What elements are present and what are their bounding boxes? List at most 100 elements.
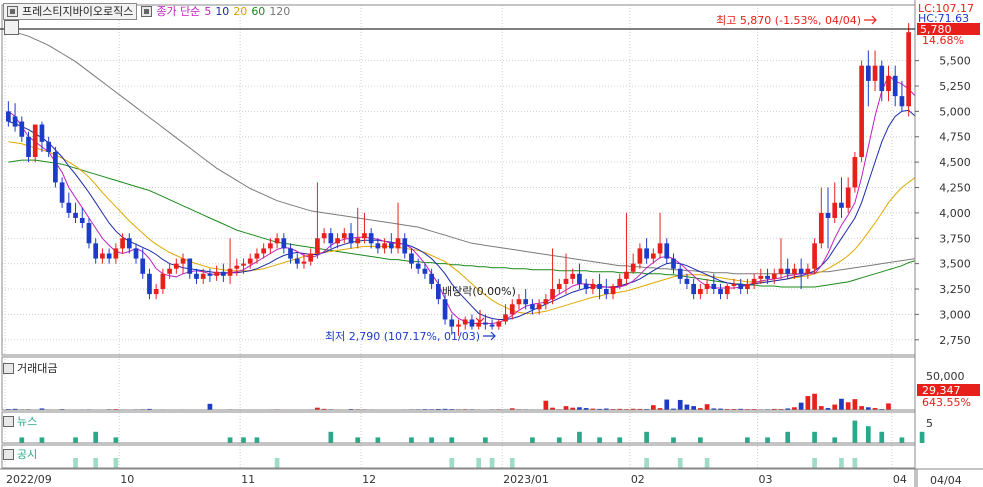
candle-body[interactable] xyxy=(530,304,535,310)
candle-body[interactable] xyxy=(677,268,683,279)
candle-body[interactable] xyxy=(792,268,797,274)
candle-body[interactable] xyxy=(765,275,770,279)
candle-body[interactable] xyxy=(852,157,858,188)
candle-body[interactable] xyxy=(388,243,394,249)
candle-body[interactable] xyxy=(610,285,616,295)
candle-body[interactable] xyxy=(489,324,495,327)
candle-body[interactable] xyxy=(382,243,387,249)
candle-body[interactable] xyxy=(839,202,844,208)
candle-body[interactable] xyxy=(778,268,784,274)
candle-body[interactable] xyxy=(19,121,25,137)
candle-body[interactable] xyxy=(12,116,18,127)
candle-body[interactable] xyxy=(556,283,562,290)
candle-body[interactable] xyxy=(6,111,11,122)
candle-body[interactable] xyxy=(315,238,320,254)
candle-body[interactable] xyxy=(785,268,791,274)
candle-body[interactable] xyxy=(671,258,676,269)
candle-body[interactable] xyxy=(832,202,838,218)
candle-body[interactable] xyxy=(664,243,670,259)
candle-body[interactable] xyxy=(187,258,193,274)
grid-toggle-icon[interactable] xyxy=(4,20,19,35)
candle-body[interactable] xyxy=(221,271,226,276)
candle-body[interactable] xyxy=(644,248,649,259)
candle-body[interactable] xyxy=(180,258,186,264)
candle-body[interactable] xyxy=(503,314,508,322)
candle-body[interactable] xyxy=(516,299,522,305)
candle-body[interactable] xyxy=(906,32,911,107)
candle-body[interactable] xyxy=(247,258,253,264)
news-panel-label[interactable]: 뉴스 xyxy=(3,413,37,429)
candle-body[interactable] xyxy=(227,268,233,276)
candle-body[interactable] xyxy=(106,253,112,259)
candle-body[interactable] xyxy=(140,258,146,274)
candle-body[interactable] xyxy=(577,273,582,284)
ma-60-label[interactable]: 60 xyxy=(251,5,265,18)
candle-body[interactable] xyxy=(496,321,502,327)
candle-body[interactable] xyxy=(684,278,690,284)
candle-body[interactable] xyxy=(321,233,327,239)
candle-body[interactable] xyxy=(630,263,636,272)
candle-body[interactable] xyxy=(32,124,38,158)
candle-body[interactable] xyxy=(523,299,529,305)
candle-body[interactable] xyxy=(798,268,804,274)
candle-body[interactable] xyxy=(133,248,139,259)
ma-5-label[interactable]: 5 xyxy=(204,5,211,18)
candle-body[interactable] xyxy=(650,253,656,259)
candle-body[interactable] xyxy=(845,187,851,208)
candle-body[interactable] xyxy=(724,285,730,295)
candle-body[interactable] xyxy=(66,202,72,213)
candle-body[interactable] xyxy=(624,271,629,279)
candle-body[interactable] xyxy=(704,283,710,290)
panel-menu-icon[interactable] xyxy=(3,415,14,427)
candle-body[interactable] xyxy=(362,233,367,239)
candle-body[interactable] xyxy=(818,212,824,244)
candle-body[interactable] xyxy=(288,248,293,259)
candle-body[interactable] xyxy=(536,304,542,310)
candle-body[interactable] xyxy=(261,248,267,254)
panel-menu-icon[interactable] xyxy=(3,448,14,460)
candle-body[interactable] xyxy=(892,75,898,97)
volume-panel-label[interactable]: 거래대금 xyxy=(3,360,57,376)
candle-body[interactable] xyxy=(617,278,623,286)
candle-body[interactable] xyxy=(254,253,260,259)
candle-body[interactable] xyxy=(597,283,602,290)
candle-body[interactable] xyxy=(113,248,119,259)
stock-chart-canvas[interactable]: 5,500 5,250 5,000 4,750 4,500 4,250 4,000 3,750… xyxy=(0,0,983,487)
candle-body[interactable] xyxy=(100,253,105,259)
candle-body[interactable] xyxy=(812,243,817,269)
candle-body[interactable] xyxy=(301,261,307,264)
candle-body[interactable] xyxy=(39,124,45,142)
candle-body[interactable] xyxy=(194,273,199,279)
candle-body[interactable] xyxy=(711,283,717,290)
candle-body[interactable] xyxy=(899,96,905,107)
ma-120-label[interactable]: 120 xyxy=(269,5,290,18)
candle-body[interactable] xyxy=(886,75,891,92)
candle-body[interactable] xyxy=(583,283,589,290)
ma-20-label[interactable]: 20 xyxy=(233,5,247,18)
candle-body[interactable] xyxy=(476,322,482,327)
candle-body[interactable] xyxy=(153,289,159,295)
candle-body[interactable] xyxy=(120,238,125,249)
expand-icon[interactable] xyxy=(7,5,18,17)
panel-menu-icon[interactable] xyxy=(3,362,14,374)
candle-body[interactable] xyxy=(859,65,864,158)
candle-body[interactable] xyxy=(274,238,280,244)
candle-body[interactable] xyxy=(550,289,555,300)
candle-body[interactable] xyxy=(483,322,488,325)
candle-body[interactable] xyxy=(200,273,206,279)
candle-body[interactable] xyxy=(758,275,764,279)
candle-body[interactable] xyxy=(147,273,152,295)
candle-body[interactable] xyxy=(563,278,569,284)
candle-body[interactable] xyxy=(46,141,52,152)
candle-body[interactable] xyxy=(738,283,744,290)
candle-body[interactable] xyxy=(442,299,448,320)
candle-body[interactable] xyxy=(409,253,414,264)
candle-body[interactable] xyxy=(637,248,643,264)
candle-body[interactable] xyxy=(234,265,240,269)
candle-body[interactable] xyxy=(173,263,179,269)
candle-body[interactable] xyxy=(375,243,381,249)
candle-body[interactable] xyxy=(281,238,287,249)
candle-body[interactable] xyxy=(214,271,219,276)
candle-body[interactable] xyxy=(429,273,434,284)
candle-body[interactable] xyxy=(865,65,871,81)
